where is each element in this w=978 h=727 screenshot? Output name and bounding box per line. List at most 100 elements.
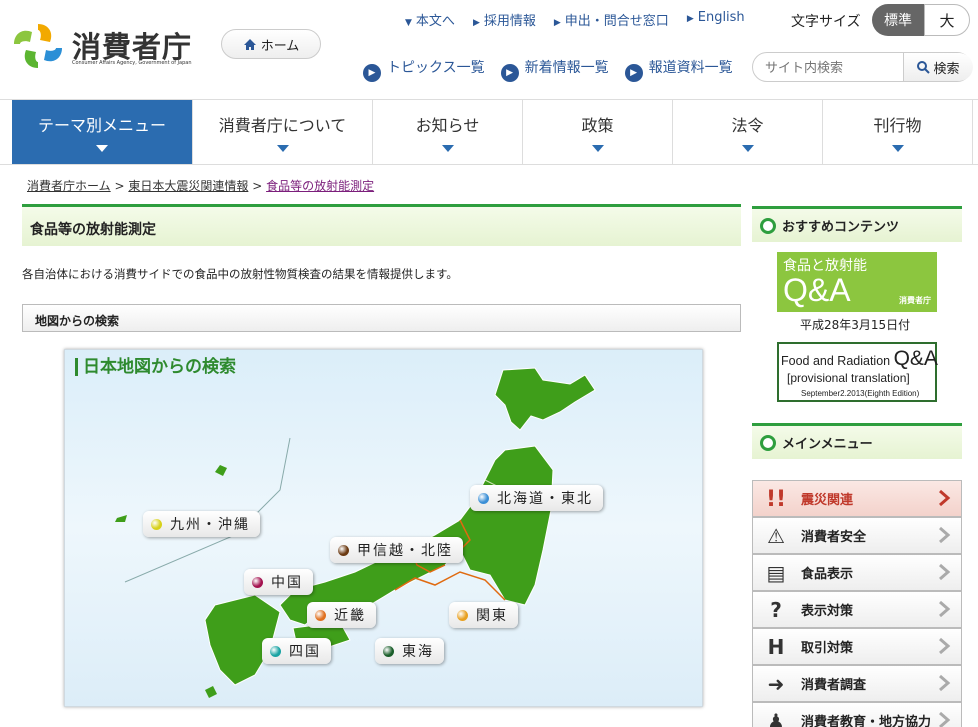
education-icon: ♟ <box>767 709 785 727</box>
search-input[interactable] <box>765 58 900 78</box>
site-header: 消費者庁 Consumer Affairs Agency, Government… <box>0 0 978 100</box>
region-chugoku-button[interactable]: 中国 <box>244 569 313 595</box>
caret-down-icon <box>591 145 604 152</box>
breadcrumb: 消費者庁ホーム > 東日本大震災関連情報 > 食品等の放射能測定 <box>27 177 374 194</box>
breadcrumb-current[interactable]: 食品等の放射能測定 <box>266 179 374 193</box>
nav-label: テーマ別メニュー <box>37 116 166 135</box>
nav-laws[interactable]: 法令 <box>673 100 823 164</box>
alert-icon: !! <box>765 486 787 512</box>
menu-consumer-education[interactable]: ♟ 消費者教育・地方協力 <box>752 702 962 727</box>
region-label: 東海 <box>402 644 434 660</box>
recommended-heading: おすすめコンテンツ <box>752 206 962 242</box>
english-link[interactable]: ▶ English <box>687 10 745 29</box>
press-release-link[interactable]: ▶ 報道資料一覧 <box>624 57 733 82</box>
nav-label: 政策 <box>581 116 614 135</box>
breadcrumb-disaster[interactable]: 東日本大震災関連情報 <box>128 179 248 193</box>
caret-down-icon <box>96 145 108 152</box>
menu-label: 取引対策 <box>801 641 854 656</box>
chevron-right-icon <box>939 674 951 692</box>
nav-about[interactable]: 消費者庁について <box>193 100 373 164</box>
question-icon: ? <box>770 598 782 622</box>
news-links: ▶ トピックス一覧 ▶ 新着情報一覧 ▶ 報道資料一覧 <box>363 57 733 82</box>
region-label: 中国 <box>271 575 303 591</box>
page-title: 食品等の放射能測定 <box>22 204 741 246</box>
font-size-label: 文字サイズ <box>791 14 861 30</box>
chevron-right-icon <box>939 563 951 581</box>
menu-label: 消費者安全 <box>801 530 867 545</box>
banner-date: 平成28年3月15日付 <box>800 318 911 332</box>
recommended-heading-label: おすすめコンテンツ <box>782 220 900 235</box>
logo-mark-icon <box>14 24 62 68</box>
font-size-standard-button[interactable]: 標準 <box>872 4 924 36</box>
site-logo[interactable]: 消費者庁 Consumer Affairs Agency, Government… <box>10 18 210 74</box>
nav-publications[interactable]: 刊行物 <box>823 100 973 164</box>
region-dot-icon <box>270 645 281 657</box>
triangle-right-icon: ▶ <box>553 18 561 28</box>
region-koshinetsu-hokuriku-button[interactable]: 甲信越・北陸 <box>330 537 463 563</box>
breadcrumb-separator: > <box>114 179 129 193</box>
breadcrumb-home[interactable]: 消費者庁ホーム <box>27 179 111 193</box>
nav-policy[interactable]: 政策 <box>523 100 673 164</box>
menu-consumer-survey[interactable]: ➜ 消費者調査 <box>752 665 962 702</box>
region-kinki-button[interactable]: 近畿 <box>307 602 376 628</box>
caret-down-icon <box>741 145 754 152</box>
region-label: 近畿 <box>334 608 366 624</box>
font-size-large-button[interactable]: 大 <box>924 4 970 36</box>
chevron-right-icon <box>939 711 951 727</box>
topics-link[interactable]: ▶ トピックス一覧 <box>363 57 485 82</box>
label-icon: ▤ <box>766 561 786 585</box>
arrow-circle-icon: ▶ <box>363 64 381 82</box>
skip-to-content-link[interactable]: ▼ 本文へ <box>405 10 455 29</box>
banner-line: Food and Radiation Q&A <box>781 347 938 371</box>
contact-link[interactable]: ▶ 申出・問合せ窓口 <box>554 10 669 29</box>
menu-label: 震災関連 <box>801 493 854 508</box>
nav-news[interactable]: お知らせ <box>373 100 523 164</box>
chevron-right-icon <box>939 526 951 544</box>
menu-food-labeling[interactable]: ▤ 食品表示 <box>752 554 962 591</box>
nav-label: 刊行物 <box>873 116 922 135</box>
caret-down-icon <box>441 145 454 152</box>
nav-label: 法令 <box>731 116 764 135</box>
nav-theme-menu[interactable]: テーマ別メニュー <box>12 100 193 164</box>
section-heading: 地図からの検索 <box>22 304 741 332</box>
press-release-link-label: 報道資料一覧 <box>648 60 733 76</box>
home-button[interactable]: ホーム <box>221 29 321 59</box>
utility-links: ▼ 本文へ ▶ 採用情報 ▶ 申出・問合せ窓口 ▶ English <box>405 10 745 29</box>
food-radiation-english-banner[interactable]: Food and Radiation Q&A [provisional tran… <box>777 342 938 402</box>
arrow-circle-icon: ▶ <box>500 64 519 82</box>
menu-label: 食品表示 <box>801 567 854 582</box>
menu-consumer-safety[interactable]: ⚠ 消費者安全 <box>752 517 962 554</box>
banner-qa: Q&A <box>893 347 938 370</box>
english-link-label: English <box>697 10 745 25</box>
whats-new-link[interactable]: ▶ 新着情報一覧 <box>500 57 609 82</box>
banner-line: Q&A <box>783 272 851 308</box>
region-dot-icon <box>252 576 263 588</box>
region-hokkaido-tohoku-button[interactable]: 北海道・東北 <box>470 485 603 511</box>
region-kanto-button[interactable]: 関東 <box>449 602 518 628</box>
lead-text: 各自治体における消費サイドでの食品中の放射性物質検査の結果を情報提供します。 <box>22 267 458 281</box>
menu-label: 消費者調査 <box>801 678 867 693</box>
japan-map: 日本地図からの検索 九州・沖縄 北海道・東北 甲信越・北陸 中国 近畿 関東 四… <box>64 349 703 707</box>
region-label: 関東 <box>476 608 508 624</box>
banner-line: 消費者庁 <box>899 296 931 305</box>
banner-text: Food and Radiation <box>781 354 891 368</box>
site-search: 検索 <box>752 52 973 82</box>
menu-disaster[interactable]: !! 震災関連 <box>752 480 962 517</box>
menu-labeling-measures[interactable]: ? 表示対策 <box>752 591 962 628</box>
food-radiation-qa-banner[interactable]: 食品と放射能 Q&A 消費者庁 <box>777 252 937 312</box>
region-dot-icon <box>315 609 326 621</box>
region-dot-icon <box>478 492 489 504</box>
caret-down-icon <box>276 145 289 152</box>
region-tokai-button[interactable]: 東海 <box>375 638 444 664</box>
search-button[interactable]: 検索 <box>903 53 973 81</box>
triangle-right-icon: ▼ <box>405 18 412 28</box>
nav-label: 消費者庁について <box>218 116 347 135</box>
recruit-link[interactable]: ▶ 採用情報 <box>473 10 536 29</box>
chevron-right-icon <box>939 600 951 618</box>
menu-transaction-measures[interactable]: H 取引対策 <box>752 628 962 665</box>
region-shikoku-button[interactable]: 四国 <box>262 638 331 664</box>
region-dot-icon <box>383 645 394 657</box>
region-kyushu-okinawa-button[interactable]: 九州・沖縄 <box>143 511 260 537</box>
chevron-right-icon <box>939 637 951 655</box>
search-button-label: 検索 <box>933 61 960 77</box>
